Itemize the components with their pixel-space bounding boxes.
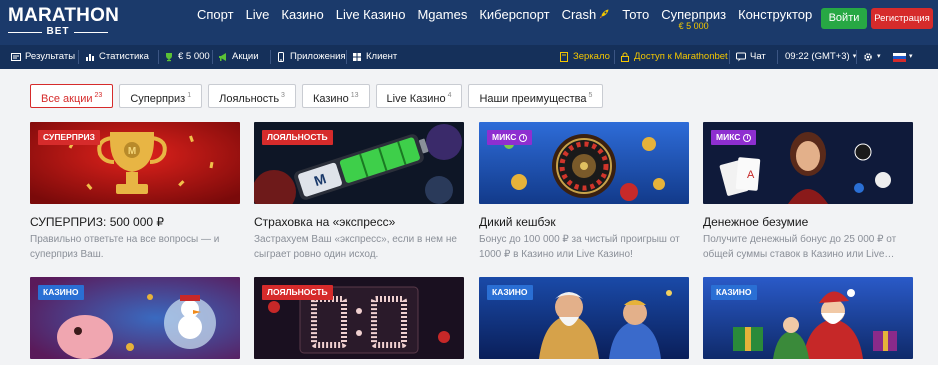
- nav-sport[interactable]: Спорт: [197, 0, 234, 45]
- card-badge: КАЗИНО: [711, 285, 757, 300]
- promo-image: КАЗИНО: [30, 277, 240, 359]
- promo-image: КАЗИНО: [703, 277, 913, 359]
- separator: [212, 50, 213, 64]
- promo-card-casino-3[interactable]: КАЗИНО: [479, 277, 689, 359]
- card-description: Получите денежный бонус до 25 000 ₽ от о…: [703, 234, 897, 260]
- nav-live-casino[interactable]: Live Казино: [336, 0, 406, 45]
- promo-card-money-madness[interactable]: A МИКС i Денежное безумие Получите денежн…: [703, 122, 913, 260]
- filter-advantages[interactable]: Наши преимущества 5: [468, 84, 604, 108]
- nav-toto[interactable]: Тото: [622, 0, 649, 45]
- stats-link[interactable]: Статистика: [85, 45, 149, 69]
- lock-icon: [621, 52, 629, 62]
- filter-casino[interactable]: Казино 13: [301, 84, 370, 108]
- nav-esports[interactable]: Киберспорт: [479, 0, 549, 45]
- promo-card-casino-4[interactable]: КАЗИНО: [703, 277, 913, 359]
- card-description: Бонус до 100 000 ₽ за чистый проигрыш от…: [479, 234, 680, 260]
- promo-image: A МИКС i: [703, 122, 913, 204]
- promo-card-express-insurance[interactable]: M ЛОЯЛЬНОСТЬ Страховка на «экспресс» Зас…: [254, 122, 464, 260]
- chat-icon: [736, 52, 746, 62]
- mirror-link[interactable]: Зеркало: [559, 45, 610, 69]
- timezone-select[interactable]: 09:22 (GMT+3) ▾: [785, 45, 856, 69]
- nav-mgames[interactable]: Mgames: [417, 0, 467, 45]
- top-header: MARATHON BET Спорт Live Казино Live Кази…: [0, 0, 938, 45]
- flag-ru-icon: [893, 52, 906, 62]
- main-nav: Спорт Live Казино Live Казино Mgames Киб…: [197, 0, 824, 45]
- card-title: Страховка на «экспресс»: [254, 215, 396, 229]
- sub-header: Результаты Статистика € 5 000 Акции Прил…: [0, 45, 938, 69]
- card-badge: ЛОЯЛЬНОСТЬ: [262, 130, 333, 145]
- filter-all[interactable]: Все акции 23: [30, 84, 114, 108]
- results-icon: [11, 53, 21, 61]
- results-link[interactable]: Результаты: [11, 45, 75, 69]
- promo-image: КАЗИНО: [479, 277, 689, 359]
- svg-text:A: A: [747, 169, 755, 181]
- nav-live[interactable]: Live: [246, 0, 270, 45]
- jackpot-link[interactable]: € 5 000: [164, 45, 210, 69]
- nav-superprize[interactable]: Суперприз € 5 000: [661, 0, 726, 45]
- megaphone-icon: [219, 53, 226, 61]
- language-select[interactable]: ▾: [893, 45, 913, 69]
- filter-loyalty[interactable]: Лояльность 3: [208, 84, 296, 108]
- separator: [614, 50, 615, 64]
- promo-image: M ЛОЯЛЬНОСТЬ: [254, 122, 464, 204]
- promo-image: МИКС i: [479, 122, 689, 204]
- card-title: Денежное безумие: [703, 215, 809, 229]
- card-description: Застрахуем Ваш «экспресс», если в нем не…: [254, 234, 457, 260]
- promo-card-casino-1[interactable]: КАЗИНО: [30, 277, 240, 359]
- windows-icon: [353, 53, 361, 61]
- logo-sub: BET: [8, 26, 108, 37]
- superprize-amount: € 5 000: [678, 21, 709, 31]
- separator: [270, 50, 271, 64]
- svg-text:M: M: [128, 146, 136, 157]
- apps-link[interactable]: Приложения: [276, 45, 346, 69]
- rocket-icon: [599, 9, 609, 19]
- card-badge: КАЗИНО: [487, 285, 533, 300]
- promo-filters: Все акции 23 Суперприз 1 Лояльность 3 Казин…: [30, 84, 609, 108]
- info-icon[interactable]: i: [519, 133, 528, 142]
- promo-card-superprize[interactable]: M СУПЕРПРИЗ СУПЕРПРИЗ: 500 000 ₽ Правиль…: [30, 122, 240, 260]
- card-title: Дикий кешбэк: [479, 215, 556, 229]
- promo-card-loyalty-2[interactable]: ЛОЯЛЬНОСТЬ: [254, 277, 464, 359]
- promo-link[interactable]: Акции: [218, 45, 259, 69]
- logo[interactable]: MARATHON BET: [8, 5, 119, 39]
- promo-image: ЛОЯЛЬНОСТЬ: [254, 277, 464, 359]
- nav-constructor[interactable]: Конструктор: [738, 0, 812, 45]
- separator: [856, 50, 857, 64]
- access-link[interactable]: Доступ к Marathonbet: [620, 45, 728, 69]
- phone-icon: [278, 52, 284, 62]
- filter-superprize[interactable]: Суперприз 1: [119, 84, 203, 108]
- separator: [78, 50, 79, 64]
- register-button[interactable]: Регистрация: [871, 8, 933, 29]
- card-description: Правильно ответьте на все вопросы — и су…: [30, 234, 220, 260]
- card-title: СУПЕРПРИЗ: 500 000 ₽: [30, 215, 165, 229]
- info-icon[interactable]: i: [743, 133, 752, 142]
- nav-crash[interactable]: Crash: [562, 0, 611, 45]
- nav-casino[interactable]: Казино: [281, 0, 323, 45]
- promo-card-wild-cashback[interactable]: МИКС i Дикий кешбэк Бонус до 100 000 ₽ за…: [479, 122, 689, 260]
- filter-live-casino[interactable]: Live Казино 4: [375, 84, 463, 108]
- separator: [777, 50, 778, 64]
- login-button[interactable]: Войти: [821, 8, 867, 29]
- card-badge: МИКС i: [711, 130, 757, 145]
- gear-icon: [864, 53, 872, 61]
- promo-image: M СУПЕРПРИЗ: [30, 122, 240, 204]
- trophy-icon: [166, 53, 172, 62]
- logo-name: MARATHON: [8, 5, 120, 26]
- client-link[interactable]: Клиент: [352, 45, 397, 69]
- card-badge: ЛОЯЛЬНОСТЬ: [262, 285, 333, 300]
- card-badge: СУПЕРПРИЗ: [38, 130, 100, 145]
- chat-link[interactable]: Чат: [736, 45, 766, 69]
- separator: [346, 50, 347, 64]
- chevron-down-icon: ▾: [909, 53, 913, 60]
- card-badge: КАЗИНО: [38, 285, 84, 300]
- separator: [158, 50, 159, 64]
- card-badge: МИКС i: [487, 130, 533, 145]
- mirror-icon: [560, 52, 568, 62]
- stats-icon: [86, 54, 94, 61]
- settings-button[interactable]: ▾: [863, 45, 881, 69]
- chevron-down-icon: ▾: [877, 53, 881, 60]
- separator: [729, 50, 730, 64]
